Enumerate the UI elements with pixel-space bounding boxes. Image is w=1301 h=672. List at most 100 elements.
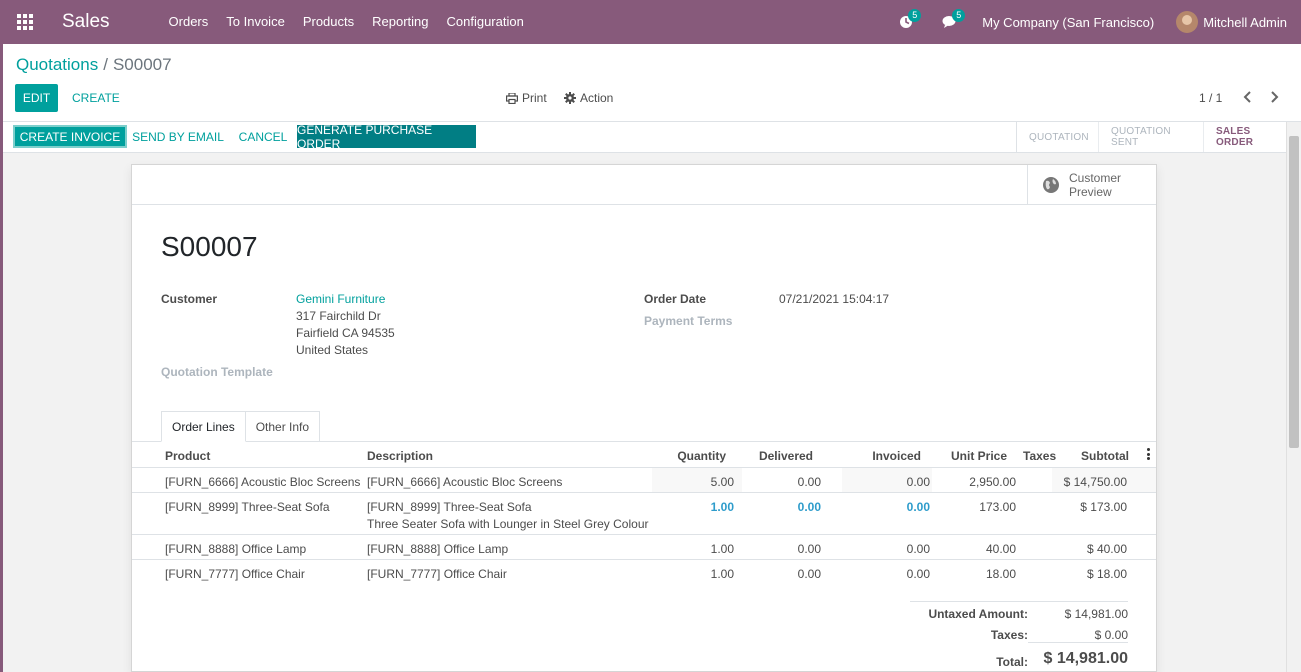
edit-button[interactable]: EDIT — [15, 84, 58, 112]
optional-columns-icon[interactable] — [1147, 448, 1150, 460]
line-description: [FURN_8888] Office Lamp — [367, 542, 509, 556]
line-product: [FURN_8999] Three-Seat Sofa — [165, 500, 330, 514]
avatar — [1176, 11, 1199, 33]
totals-divider — [1028, 642, 1128, 643]
scrollbar[interactable] — [1286, 122, 1301, 672]
line-delivered: 0.00 — [797, 475, 821, 489]
messages-badge: 5 — [952, 9, 966, 22]
address-line1: 317 Fairchild Dr — [296, 309, 381, 323]
table-row[interactable]: [FURN_6666] Acoustic Bloc Screens [FURN_… — [132, 468, 1156, 493]
line-delivered: 0.00 — [797, 542, 821, 556]
line-description: [FURN_6666] Acoustic Bloc Screens — [367, 475, 563, 489]
line-delivered: 0.00 — [797, 500, 821, 514]
table-row[interactable]: [FURN_7777] Office Chair [FURN_7777] Off… — [132, 560, 1156, 585]
company-switcher[interactable]: My Company (San Francisco) — [972, 15, 1176, 30]
top-navbar: Sales Orders To Invoice Products Reporti… — [0, 0, 1301, 44]
col-delivered[interactable]: Delivered — [742, 449, 813, 463]
line-invoiced: 0.00 — [906, 567, 930, 581]
send-by-email-button[interactable]: SEND BY EMAIL — [131, 125, 225, 148]
order-title: S00007 — [161, 231, 258, 262]
col-quantity[interactable]: Quantity — [652, 449, 726, 463]
total-value: $ 14,981.00 — [1043, 650, 1128, 667]
pager-value[interactable]: 1 / 1 — [1199, 91, 1222, 105]
taxes-label: Taxes: — [990, 628, 1028, 642]
stage-pipeline: QUOTATION QUOTATION SENT SALES ORDER — [1016, 122, 1301, 152]
app-name[interactable]: Sales — [50, 11, 124, 33]
line-subtotal: $ 40.00 — [1086, 542, 1127, 556]
menu-reporting[interactable]: Reporting — [363, 0, 437, 44]
line-product: [FURN_7777] Office Chair — [165, 567, 305, 581]
status-bar: CREATE INVOICE SEND BY EMAIL CANCEL GENE… — [3, 122, 1301, 153]
print-menu[interactable]: Print — [506, 91, 547, 105]
messages-button[interactable]: 5 — [928, 0, 972, 44]
create-button[interactable]: CREATE — [72, 91, 120, 105]
generate-purchase-order-button[interactable]: GENERATE PURCHASE ORDER — [297, 123, 476, 151]
line-quantity: 5.00 — [710, 475, 734, 489]
table-row[interactable]: [FURN_8888] Office Lamp [FURN_8888] Offi… — [132, 535, 1156, 560]
line-description: [FURN_7777] Office Chair — [367, 567, 507, 581]
line-delivered: 0.00 — [797, 567, 821, 581]
breadcrumb-separator: / — [103, 55, 108, 74]
untaxed-amount-label: Untaxed Amount: — [928, 607, 1028, 621]
chevron-right-icon[interactable] — [1267, 89, 1281, 105]
breadcrumb: Quotations / S00007 — [16, 55, 172, 75]
order-date-value: 07/21/2021 15:04:17 — [779, 292, 890, 306]
menu-orders[interactable]: Orders — [160, 0, 218, 44]
stage-quotation-sent[interactable]: QUOTATION SENT — [1099, 122, 1204, 152]
notebook-tabs: Order Lines Other Info — [161, 411, 321, 442]
chevron-left-icon[interactable] — [1241, 89, 1255, 105]
form-sheet: Customer Preview S00007 Customer Gemini … — [131, 164, 1157, 672]
apps-menu-icon[interactable] — [0, 0, 50, 44]
breadcrumb-quotations[interactable]: Quotations — [16, 55, 98, 74]
quotation-template-label: Quotation Template — [161, 365, 273, 379]
line-unit-price: 173.00 — [979, 500, 1016, 514]
line-unit-price: 18.00 — [985, 567, 1016, 581]
line-product: [FURN_6666] Acoustic Bloc Screens — [165, 475, 361, 489]
activity-badge: 5 — [908, 9, 922, 22]
tab-order-lines[interactable]: Order Lines — [161, 411, 246, 442]
cancel-button[interactable]: CANCEL — [235, 125, 291, 148]
user-menu[interactable]: Mitchell Admin — [1176, 11, 1301, 33]
globe-icon — [1043, 177, 1059, 193]
create-invoice-button[interactable]: CREATE INVOICE — [13, 125, 127, 148]
col-invoiced[interactable]: Invoiced — [842, 449, 921, 463]
order-lines-table: Product Description Quantity Delivered I… — [132, 442, 1156, 585]
line-unit-price: 2,950.00 — [969, 475, 1016, 489]
line-quantity: 1.00 — [710, 567, 734, 581]
col-description[interactable]: Description — [367, 449, 433, 463]
gear-icon — [564, 92, 576, 104]
customer-preview-button[interactable]: Customer Preview — [1027, 165, 1156, 205]
taxes-value: $ 0.00 — [1094, 628, 1128, 642]
customer-preview-label: Customer Preview — [1069, 171, 1122, 199]
activity-button[interactable]: 5 — [884, 0, 928, 44]
line-description: [FURN_8999] Three-Seat Sofa — [367, 500, 532, 514]
tab-other-info[interactable]: Other Info — [245, 411, 321, 442]
col-subtotal[interactable]: Subtotal — [1052, 449, 1129, 463]
scrollbar-thumb[interactable] — [1289, 136, 1299, 448]
menu-products[interactable]: Products — [294, 0, 363, 44]
customer-link[interactable]: Gemini Furniture — [296, 291, 385, 308]
untaxed-amount-value: $ 14,981.00 — [1064, 607, 1128, 621]
menu-to-invoice[interactable]: To Invoice — [217, 0, 294, 44]
line-quantity: 1.00 — [710, 500, 734, 514]
table-header: Product Description Quantity Delivered I… — [132, 442, 1156, 468]
payment-terms-label: Payment Terms — [644, 314, 733, 328]
action-menu[interactable]: Action — [564, 91, 613, 105]
menu-configuration[interactable]: Configuration — [438, 0, 533, 44]
order-date-label: Order Date — [644, 292, 707, 306]
col-unit-price[interactable]: Unit Price — [932, 449, 1007, 463]
action-label: Action — [580, 91, 614, 105]
breadcrumb-current: S00007 — [112, 55, 172, 74]
user-name: Mitchell Admin — [1203, 14, 1287, 30]
line-subtotal: $ 173.00 — [1080, 500, 1127, 514]
line-quantity: 1.00 — [710, 542, 734, 556]
line-invoiced: 0.00 — [906, 475, 930, 489]
table-row[interactable]: [FURN_8999] Three-Seat Sofa [FURN_8999] … — [132, 493, 1156, 535]
line-subtotal: $ 18.00 — [1086, 567, 1127, 581]
main-menu: Orders To Invoice Products Reporting Con… — [160, 0, 533, 44]
print-icon — [506, 92, 518, 104]
col-product[interactable]: Product — [165, 449, 210, 463]
stage-quotation[interactable]: QUOTATION — [1017, 122, 1099, 152]
line-unit-price: 40.00 — [985, 542, 1016, 556]
line-invoiced: 0.00 — [906, 500, 930, 514]
